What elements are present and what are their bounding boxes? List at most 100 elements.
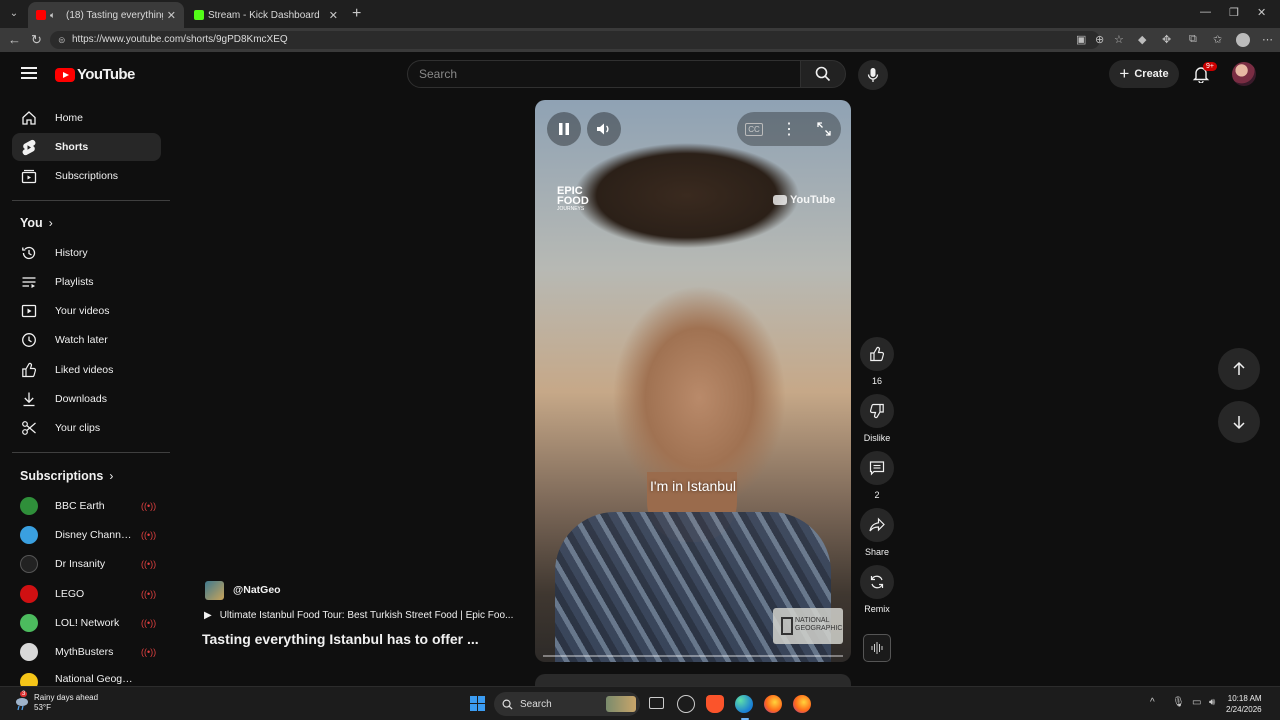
video-progress-bar[interactable] <box>543 655 843 657</box>
channel-avatar <box>20 643 38 661</box>
windows-taskbar: 3 Rainy days ahead 53°F Search ^ 🎙︎ ▭ 🔊︎ … <box>0 686 1280 720</box>
dislike-button[interactable] <box>860 394 894 428</box>
next-short-button[interactable] <box>1218 401 1260 443</box>
speaker-icon[interactable]: 🔈︎ <box>50 10 62 20</box>
pause-button[interactable] <box>547 112 581 146</box>
taskbar-search[interactable]: Search <box>494 692 640 716</box>
split-screen-icon[interactable]: ⧉ <box>1189 33 1197 46</box>
app-available-icon[interactable]: ▣ <box>1076 33 1086 46</box>
sidebar-item-watch-later[interactable]: Watch later <box>12 326 161 354</box>
zoom-icon[interactable]: ⊕ <box>1095 33 1104 46</box>
tray-overflow-icon[interactable]: ^ <box>1150 697 1155 708</box>
site-info-icon[interactable]: ⊜ <box>58 31 66 49</box>
tab-youtube[interactable]: 🔈︎ (18) Tasting everything Istanbul has … <box>28 2 184 28</box>
more-options-button[interactable]: ⋮ <box>772 112 806 146</box>
sidebar-item-playlists[interactable]: Playlists <box>12 268 161 296</box>
linked-video-link[interactable]: ▶ Ultimate Istanbul Food Tour: Best Turki… <box>204 610 513 621</box>
close-tab-icon[interactable]: ✕ <box>167 9 176 22</box>
tab-kick[interactable]: Stream - Kick Dashboard ✕ <box>186 2 346 28</box>
channel-handle[interactable]: @NatGeo <box>233 584 281 596</box>
subscription-item-lego[interactable]: LEGO ((•)) <box>12 580 161 608</box>
system-clock[interactable]: 10:18 AM 2/24/2026 <box>1226 693 1262 715</box>
extension-icon[interactable]: ◆ <box>1138 33 1146 46</box>
menu-icon[interactable] <box>21 67 37 79</box>
you-heading-label: You <box>20 216 43 230</box>
short-title[interactable]: Tasting everything Istanbul has to offer… <box>202 631 479 647</box>
volume-button[interactable] <box>587 112 621 146</box>
task-view-icon[interactable] <box>649 697 664 709</box>
network-icon[interactable]: ▭ <box>1192 697 1201 708</box>
search-icon <box>502 699 513 710</box>
youtube-play-icon <box>773 195 787 205</box>
share-label: Share <box>864 547 890 557</box>
edge-browser-icon[interactable] <box>735 695 753 713</box>
thumbs-up-icon <box>20 361 38 379</box>
favorites-icon[interactable]: ✩ <box>1213 33 1222 46</box>
voice-search-button[interactable] <box>858 60 888 90</box>
youtube-logo[interactable]: YouTube <box>55 66 135 83</box>
channel-avatar <box>20 585 38 603</box>
subscription-item-disney-channel[interactable]: Disney Channel ... ((•)) <box>12 521 161 549</box>
subscription-item-dr-insanity[interactable]: Dr Insanity ((•)) <box>12 550 161 578</box>
sidebar-item-downloads[interactable]: Downloads <box>12 385 161 413</box>
favorite-star-icon[interactable]: ☆ <box>1114 33 1124 46</box>
channel-name: LOL! Network <box>55 617 120 629</box>
profile-icon[interactable] <box>1236 33 1250 47</box>
sidebar-item-your-clips[interactable]: Your clips <box>12 414 161 442</box>
share-button[interactable] <box>860 508 894 542</box>
captions-button[interactable]: CC <box>737 112 771 146</box>
plus-icon: + <box>1119 64 1130 83</box>
start-windows-icon[interactable] <box>470 696 485 711</box>
chevron-right-icon: › <box>109 469 114 483</box>
sidebar-item-liked-videos[interactable]: Liked videos <box>12 356 161 384</box>
tab-list-dropdown[interactable]: ⌄ <box>6 6 22 22</box>
like-button[interactable] <box>860 337 894 371</box>
weather-widget[interactable]: 3 Rainy days ahead 53°F <box>12 691 98 713</box>
sidebar-subscriptions-heading[interactable]: Subscriptions › <box>20 469 113 483</box>
reload-icon[interactable]: ↻ <box>31 32 42 48</box>
close-tab-icon[interactable]: ✕ <box>329 9 338 22</box>
search-icon <box>815 66 831 82</box>
sidebar-item-history[interactable]: History <box>12 239 161 267</box>
streaming-app-icon[interactable] <box>677 695 695 713</box>
search-highlight-image <box>606 696 636 712</box>
sound-button[interactable] <box>863 634 891 662</box>
minimize-icon[interactable]: — <box>1200 6 1211 18</box>
weather-temperature: 53°F <box>34 703 51 712</box>
subscription-item-mythbusters[interactable]: MythBusters ((•)) <box>12 638 161 666</box>
shorts-video-player[interactable]: CC ⋮ EPIC FOOD JOURNEYS YouTube I'm in I… <box>535 100 851 662</box>
volume-icon[interactable]: 🔊︎ <box>1209 697 1215 708</box>
fullscreen-button[interactable] <box>807 112 841 146</box>
dislike-label: Dislike <box>863 433 891 443</box>
sidebar-item-your-videos[interactable]: Your videos <box>12 297 161 325</box>
new-tab-icon[interactable]: + <box>352 5 361 23</box>
subscription-item-bbc-earth[interactable]: BBC Earth ((•)) <box>12 492 161 520</box>
brave-browser-icon[interactable] <box>706 695 724 713</box>
search-button[interactable] <box>800 60 846 88</box>
account-avatar[interactable] <box>1232 62 1256 86</box>
sidebar-item-label: Your videos <box>55 305 110 317</box>
create-button[interactable]: + Create <box>1109 60 1179 88</box>
sidebar-item-home[interactable]: Home <box>12 104 161 132</box>
firefox-icon[interactable] <box>764 695 782 713</box>
microphone-icon[interactable]: 🎙︎ <box>1172 697 1185 708</box>
close-window-icon[interactable]: ✕ <box>1257 6 1266 19</box>
puzzle-icon[interactable]: ✥ <box>1162 33 1171 46</box>
sidebar-item-shorts[interactable]: Shorts <box>12 133 161 161</box>
url-field[interactable]: ⊜ https://www.youtube.com/shorts/9gPD8Km… <box>50 31 1100 49</box>
previous-short-button[interactable] <box>1218 348 1260 390</box>
remix-button[interactable] <box>860 565 894 599</box>
sidebar-divider <box>12 200 170 201</box>
search-input[interactable]: Search <box>407 60 801 88</box>
subscription-item-national-geographic[interactable]: National Geogra... <box>12 668 161 686</box>
comments-button[interactable] <box>860 451 894 485</box>
back-icon[interactable]: ← <box>8 32 21 47</box>
channel-avatar[interactable] <box>205 581 224 600</box>
subscription-item-lol-network[interactable]: LOL! Network ((•)) <box>12 609 161 637</box>
sidebar-you-heading[interactable]: You › <box>20 216 53 230</box>
firefox-icon[interactable] <box>793 695 811 713</box>
sidebar-item-subscriptions[interactable]: Subscriptions <box>12 162 161 190</box>
more-menu-icon[interactable]: ⋯ <box>1262 33 1273 46</box>
youtube-page: YouTube Search + Create 9+ Home Shorts Su… <box>0 52 1280 688</box>
restore-icon[interactable]: ❐ <box>1229 6 1239 19</box>
